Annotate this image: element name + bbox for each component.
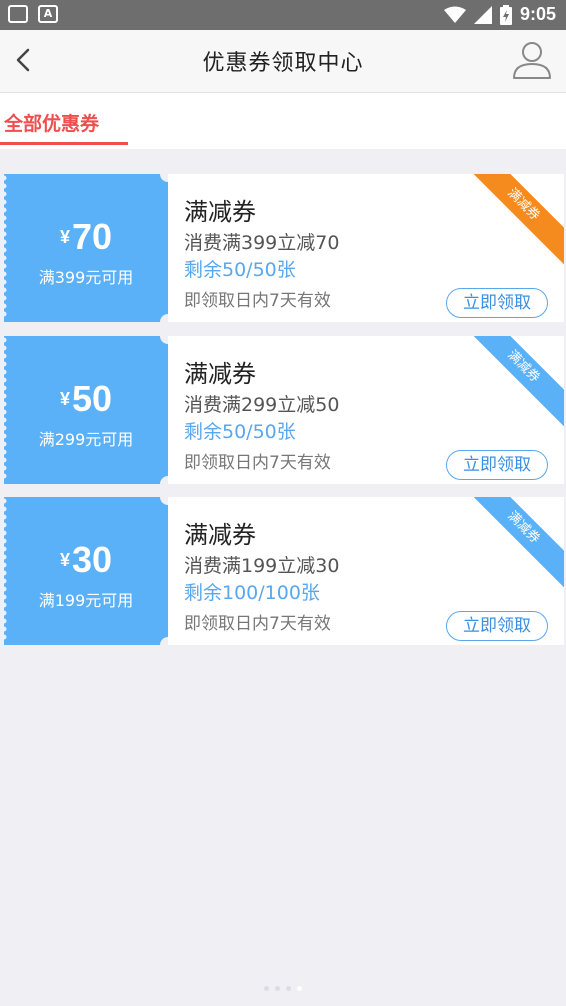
pager-dot [275,986,280,991]
coupon-condition: 满199元可用 [38,591,134,610]
page-title: 优惠券领取中心 [202,51,364,76]
status-time: 9:05 [519,4,556,24]
coupon-info-panel: 满减券 消费满199立减30 剩余100/100张 即领取日内7天有效 立即领取… [168,497,564,645]
pager-dot [264,986,269,991]
coupon-amount: ¥30 [4,539,168,581]
coupon-name: 满减券 [184,360,256,388]
font-icon: A [38,5,58,23]
coupon-amount: ¥70 [4,216,168,258]
coupon-amount: ¥50 [4,378,168,420]
inbox-icon [8,5,28,23]
amount-value: 70 [71,216,113,257]
coupon-card: ¥70 满399元可用 满减券 消费满399立减70 剩余50/50张 即领取日… [4,166,564,330]
coupon-info-panel: 满减券 消费满399立减70 剩余50/50张 即领取日内7天有效 立即领取 满… [168,174,564,322]
tab-bar: 全部优惠券 [0,93,566,149]
coupon-card: ¥50 满299元可用 满减券 消费满299立减50 剩余50/50张 即领取日… [4,328,564,492]
coupon-remaining: 剩余50/50张 [184,421,296,443]
claim-button[interactable]: 立即领取 [446,288,548,318]
battery-icon [499,4,512,25]
nav-header: 优惠券领取中心 [0,30,566,93]
coupon-name: 满减券 [184,198,256,226]
coupon-validity: 即领取日内7天有效 [184,614,331,634]
coupon-description: 消费满299立减50 [184,394,340,416]
currency-symbol: ¥ [59,389,70,409]
amount-value: 30 [71,539,113,580]
user-icon[interactable] [510,38,554,82]
tab-label: 全部优惠券 [4,113,100,135]
pager-dot [297,986,302,991]
claim-button[interactable]: 立即领取 [446,611,548,641]
coupon-validity: 即领取日内7天有效 [184,453,331,473]
currency-symbol: ¥ [59,227,70,247]
coupon-type-ribbon: 满减券 [460,497,564,591]
coupon-condition: 满399元可用 [38,268,134,287]
coupon-type-ribbon: 满减券 [460,174,564,268]
coupon-name: 满减券 [184,521,256,549]
coupon-description: 消费满399立减70 [184,232,340,254]
coupon-remaining: 剩余100/100张 [184,582,320,604]
coupon-validity: 即领取日内7天有效 [184,291,331,311]
coupon-value-panel: ¥50 满299元可用 [4,336,168,484]
currency-symbol: ¥ [59,550,70,570]
coupon-description: 消费满199立减30 [184,555,340,577]
wifi-icon [443,6,466,23]
amount-value: 50 [71,378,113,419]
claim-button[interactable]: 立即领取 [446,450,548,480]
coupon-value-panel: ¥30 满199元可用 [4,497,168,645]
coupon-value-panel: ¥70 满399元可用 [4,174,168,322]
coupon-remaining: 剩余50/50张 [184,259,296,281]
page-indicator [0,986,566,991]
status-bar: A 9:05 [0,0,566,30]
pager-dot [286,986,291,991]
coupon-type-ribbon: 满减券 [460,336,564,430]
tab-active-indicator [0,142,128,145]
signal-icon [473,5,492,24]
coupon-condition: 满299元可用 [38,430,134,449]
tab-all-coupons[interactable]: 全部优惠券 [0,93,128,149]
coupon-card: ¥30 满199元可用 满减券 消费满199立减30 剩余100/100张 即领… [4,489,564,653]
coupon-info-panel: 满减券 消费满299立减50 剩余50/50张 即领取日内7天有效 立即领取 满… [168,336,564,484]
